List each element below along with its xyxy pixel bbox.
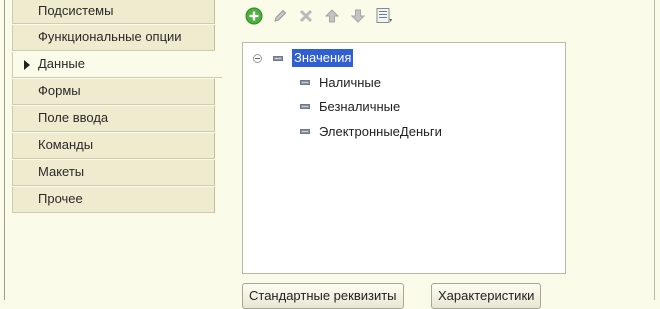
- tree-item[interactable]: Безналичные: [300, 96, 400, 116]
- edit-pencil-icon: [274, 9, 287, 22]
- add-button[interactable]: [244, 6, 264, 26]
- sidebar-item-other[interactable]: Прочее: [12, 187, 215, 213]
- delete-icon: [299, 9, 313, 23]
- move-up-icon: [324, 9, 340, 23]
- values-tree[interactable]: Значения Наличные Безналичные Электронны…: [242, 42, 566, 274]
- sidebar-item-functional-options[interactable]: Функциональные опции: [12, 25, 215, 51]
- window-border-right: [654, 0, 655, 300]
- attribute-icon: [300, 79, 310, 85]
- window-border-left: [4, 0, 5, 300]
- sidebar-item-commands[interactable]: Команды: [12, 133, 215, 159]
- delete-button[interactable]: [296, 6, 316, 26]
- tree-item[interactable]: Наличные: [300, 72, 381, 92]
- list-icon: [376, 8, 392, 23]
- attribute-icon: [273, 55, 283, 61]
- sidebar-item-label: Макеты: [38, 164, 85, 179]
- move-down-button[interactable]: [348, 6, 368, 26]
- sidebar-item-data[interactable]: Данные: [12, 52, 222, 78]
- standard-attributes-button[interactable]: Стандартные реквизиты: [242, 283, 404, 309]
- tree-item-label: Безналичные: [319, 98, 401, 114]
- tree-item[interactable]: ЭлектронныеДеньги: [300, 121, 442, 141]
- sidebar-item-label: Подсистемы: [38, 3, 114, 18]
- active-tab-marker-icon: [24, 60, 30, 70]
- sidebar-item-label: Формы: [38, 83, 81, 98]
- sidebar-item-label: Функциональные опции: [38, 29, 182, 44]
- attribute-icon: [300, 103, 310, 109]
- sidebar-item-input-field[interactable]: Поле ввода: [12, 106, 215, 132]
- sidebar-item-subsystems[interactable]: Подсистемы: [12, 0, 215, 24]
- move-up-button[interactable]: [322, 6, 342, 26]
- list-button[interactable]: [374, 6, 394, 26]
- tree-root-label: Значения: [292, 49, 354, 67]
- sidebar-item-templates[interactable]: Макеты: [12, 160, 215, 186]
- tree-root-row[interactable]: Значения: [253, 48, 354, 68]
- tree-item-label: Наличные: [319, 74, 381, 90]
- attribute-icon: [300, 128, 310, 134]
- collapse-icon[interactable]: [253, 53, 262, 63]
- sidebar-tabs: Подсистемы Функциональные опции Данные Ф…: [12, 0, 222, 213]
- characteristics-button[interactable]: Характеристики: [431, 283, 542, 309]
- sidebar-item-forms[interactable]: Формы: [12, 79, 215, 105]
- add-icon: [245, 7, 263, 25]
- edit-button[interactable]: [270, 6, 290, 26]
- sidebar-item-label: Поле ввода: [38, 110, 109, 125]
- sidebar-item-label: Данные: [38, 56, 85, 71]
- tree-item-label: ЭлектронныеДеньги: [319, 123, 442, 139]
- sidebar-item-label: Команды: [38, 137, 94, 152]
- tree-toolbar: [244, 5, 394, 27]
- move-down-icon: [350, 9, 366, 23]
- sidebar-item-label: Прочее: [38, 191, 83, 206]
